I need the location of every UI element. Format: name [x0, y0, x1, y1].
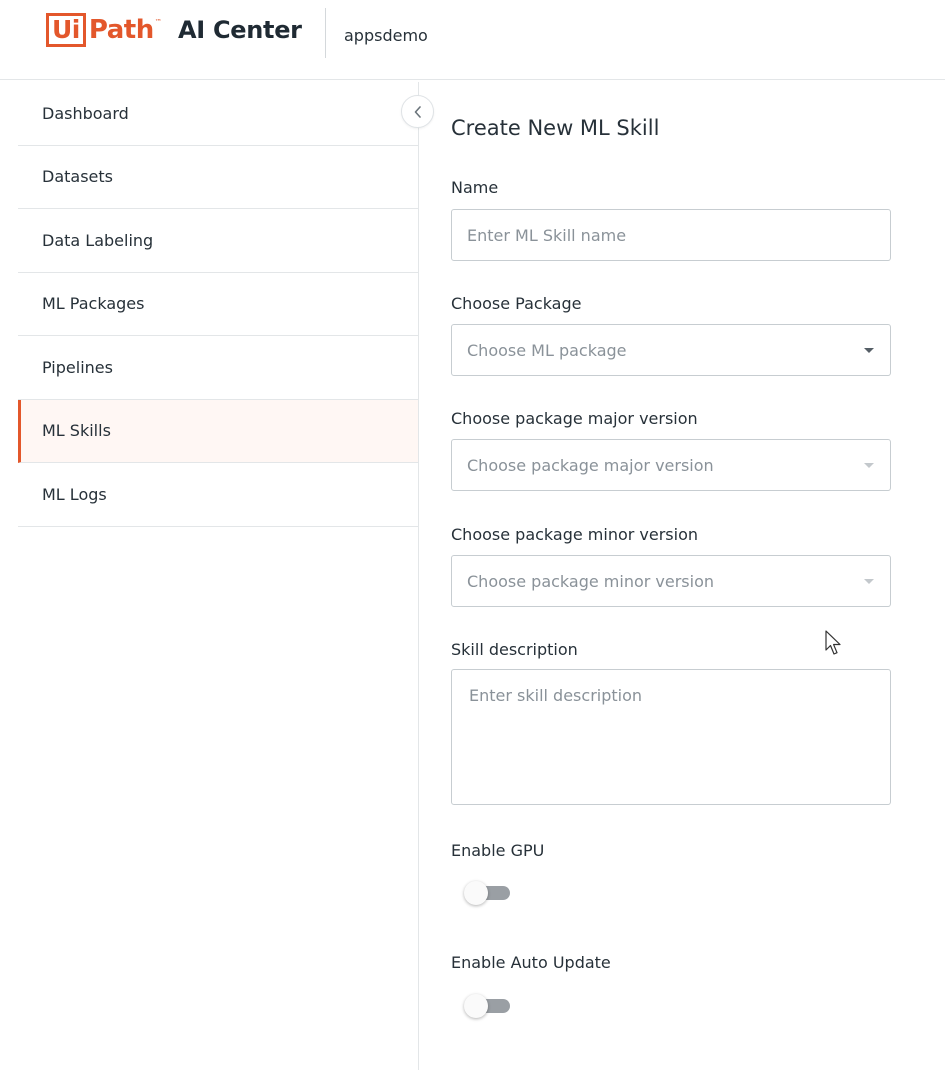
sidebar-nav: Dashboard Datasets Data Labeling ML Pack…	[18, 82, 418, 527]
sidebar-item-data-labeling[interactable]: Data Labeling	[18, 209, 418, 273]
major-version-select[interactable]: Choose package major version	[451, 439, 891, 491]
enable-auto-update-label: Enable Auto Update	[451, 953, 611, 972]
page-title: Create New ML Skill	[451, 116, 660, 140]
enable-gpu-toggle[interactable]	[464, 881, 512, 905]
sidebar-divider	[418, 82, 419, 1070]
name-label: Name	[451, 178, 499, 197]
uipath-logo[interactable]: Ui Path ™	[46, 12, 162, 48]
package-select[interactable]: Choose ML package	[451, 324, 891, 376]
logo-ui-mark: Ui	[46, 13, 86, 47]
toggle-thumb	[464, 881, 488, 905]
minor-version-select-placeholder: Choose package minor version	[467, 571, 715, 591]
toggle-thumb	[464, 994, 488, 1018]
logo-path-text: Path	[88, 15, 154, 45]
major-version-select-placeholder: Choose package major version	[467, 455, 714, 475]
mouse-pointer-icon	[825, 630, 841, 655]
header-divider	[325, 8, 326, 58]
skill-description-input[interactable]	[451, 669, 891, 805]
minor-version-select[interactable]: Choose package minor version	[451, 555, 891, 607]
major-version-label: Choose package major version	[451, 409, 698, 428]
sidebar-item-ml-packages[interactable]: ML Packages	[18, 273, 418, 336]
package-label: Choose Package	[451, 294, 582, 313]
enable-gpu-label: Enable GPU	[451, 841, 545, 860]
package-select-placeholder: Choose ML package	[467, 340, 627, 360]
ml-skill-name-input[interactable]	[451, 209, 891, 261]
sidebar-item-ml-skills[interactable]: ML Skills	[18, 399, 418, 463]
dropdown-arrow-icon	[864, 579, 874, 584]
minor-version-label: Choose package minor version	[451, 525, 699, 544]
sidebar-item-ml-logs[interactable]: ML Logs	[18, 463, 418, 527]
chevron-left-icon	[414, 105, 421, 118]
sidebar-item-pipelines[interactable]: Pipelines	[18, 336, 418, 400]
sidebar-item-dashboard[interactable]: Dashboard	[18, 82, 418, 146]
app-header: Ui Path ™ AI Center appsdemo	[0, 0, 945, 80]
tenant-name[interactable]: appsdemo	[344, 26, 428, 45]
logo-trademark: ™	[154, 18, 162, 26]
dropdown-arrow-icon	[864, 348, 874, 353]
enable-auto-update-toggle[interactable]	[464, 994, 512, 1018]
product-name: AI Center	[178, 16, 302, 44]
sidebar-item-datasets[interactable]: Datasets	[18, 146, 418, 209]
dropdown-arrow-icon	[864, 463, 874, 468]
sidebar-collapse-button[interactable]	[401, 95, 434, 128]
description-label: Skill description	[451, 640, 578, 659]
